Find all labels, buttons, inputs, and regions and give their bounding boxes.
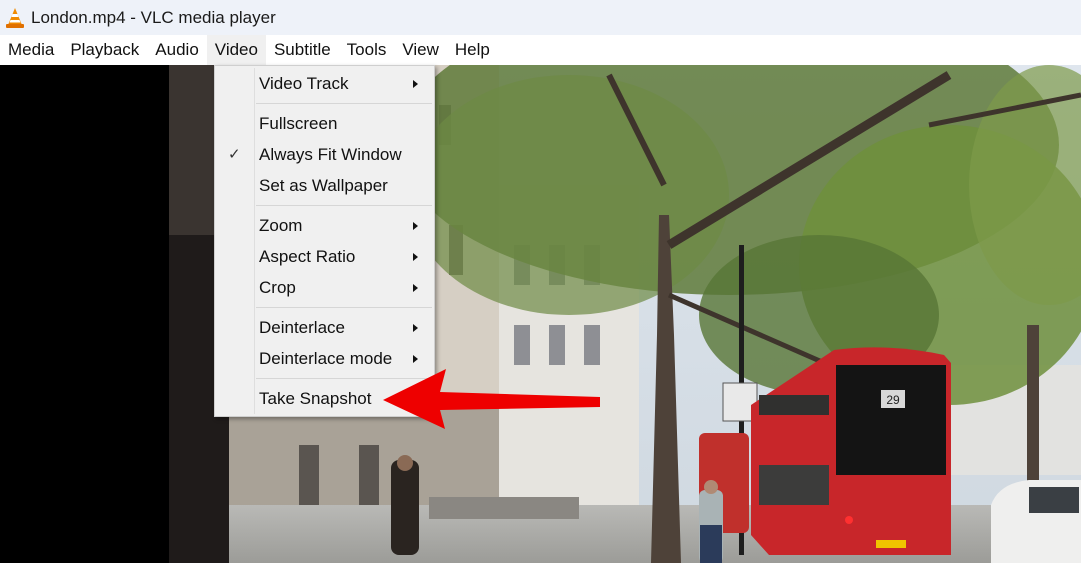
menu-item-label: Video Track (259, 74, 349, 93)
video-menu-dropdown: Video Track Fullscreen ✓ Always Fit Wind… (214, 65, 435, 417)
menu-video[interactable]: Video (206, 35, 266, 65)
submenu-arrow-icon (413, 284, 418, 292)
menu-item-crop[interactable]: Crop (215, 273, 434, 303)
menu-audio[interactable]: Audio (147, 35, 206, 65)
menu-view[interactable]: View (394, 35, 447, 65)
menu-item-zoom[interactable]: Zoom (215, 211, 434, 241)
menu-item-label: Aspect Ratio (259, 247, 356, 266)
menu-item-label: Deinterlace (259, 318, 345, 337)
menu-item-deinterlace-mode[interactable]: Deinterlace mode (215, 344, 434, 374)
bus-route-number: 29 (886, 393, 900, 407)
menu-playback[interactable]: Playback (62, 35, 147, 65)
menu-item-label: Take Snapshot (259, 389, 372, 408)
menu-item-label: Always Fit Window (259, 145, 402, 164)
menu-item-label: Crop (259, 278, 296, 297)
menu-subtitle[interactable]: Subtitle (266, 35, 339, 65)
submenu-arrow-icon (413, 324, 418, 332)
menu-media[interactable]: Media (0, 35, 62, 65)
menu-item-fullscreen[interactable]: Fullscreen (215, 109, 434, 139)
checkmark-icon: ✓ (228, 146, 241, 163)
vlc-cone-icon (6, 7, 24, 28)
menu-item-label: Zoom (259, 216, 303, 235)
menu-item-deinterlace[interactable]: Deinterlace (215, 313, 434, 343)
submenu-arrow-icon (413, 222, 418, 230)
video-area[interactable]: 29 (0, 65, 1081, 563)
title-bar: London.mp4 - VLC media player (0, 0, 1081, 35)
menu-item-take-snapshot[interactable]: Take Snapshot (215, 384, 434, 414)
balustrade (429, 497, 579, 519)
menu-separator (256, 205, 432, 206)
submenu-arrow-icon (413, 355, 418, 363)
submenu-arrow-icon (413, 80, 418, 88)
menu-help[interactable]: Help (447, 35, 498, 65)
menu-item-video-track[interactable]: Video Track (215, 69, 434, 99)
menu-item-set-as-wallpaper[interactable]: Set as Wallpaper (215, 171, 434, 201)
menu-separator (256, 307, 432, 308)
submenu-arrow-icon (413, 253, 418, 261)
window-title: London.mp4 - VLC media player (31, 7, 276, 27)
menu-item-aspect-ratio[interactable]: Aspect Ratio (215, 242, 434, 272)
menu-tools[interactable]: Tools (339, 35, 395, 65)
menu-item-always-fit-window[interactable]: ✓ Always Fit Window (215, 140, 434, 170)
menu-separator (256, 378, 432, 379)
menu-separator (256, 103, 432, 104)
menu-item-label: Fullscreen (259, 114, 338, 133)
menu-item-label: Deinterlace mode (259, 349, 393, 368)
menu-bar: Media Playback Audio Video Subtitle Tool… (0, 35, 1081, 65)
menu-item-label: Set as Wallpaper (259, 176, 388, 195)
pedestrian (391, 460, 419, 555)
